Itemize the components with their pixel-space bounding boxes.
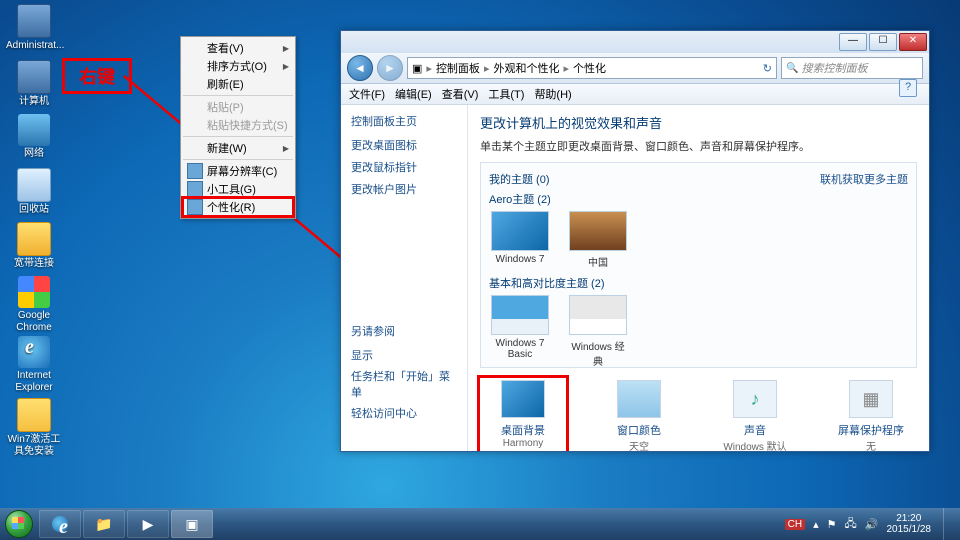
toolbar: ◄ ► ▣ ▸ 控制面板 ▸ 外观和个性化 ▸ 个性化 ↻ 搜索控制面板 <box>341 53 929 84</box>
get-more-themes-link[interactable]: 联机获取更多主题 <box>820 171 908 187</box>
show-desktop-button[interactable] <box>943 508 954 540</box>
section-aero: Aero主题 (2) <box>489 191 908 207</box>
tray-chevron-icon[interactable]: ▴ <box>813 518 819 531</box>
taskbar-media[interactable]: ▶ <box>127 510 169 538</box>
back-button[interactable]: ◄ <box>347 55 373 81</box>
gadget-icon <box>187 181 203 197</box>
search-input[interactable]: 搜索控制面板 <box>781 57 923 79</box>
menu-edit[interactable]: 编辑(E) <box>395 86 432 102</box>
section-basic: 基本和高对比度主题 (2) <box>489 275 908 291</box>
menu-file[interactable]: 文件(F) <box>349 86 385 102</box>
desktop-icon-chrome[interactable]: Google Chrome <box>6 276 62 334</box>
breadcrumb-icon: ▣ <box>412 62 422 75</box>
screensaver-icon <box>849 380 893 418</box>
personalize-icon <box>187 199 203 215</box>
icon-label: 计算机 <box>6 96 62 108</box>
menu-new[interactable]: 新建(W) <box>183 139 293 157</box>
menubar: 文件(F) 编辑(E) 查看(V) 工具(T) 帮助(H) <box>341 84 929 105</box>
menu-sort[interactable]: 排序方式(O) <box>183 57 293 75</box>
monitor-icon <box>187 163 203 179</box>
icon-label: Administrat... <box>6 40 62 52</box>
desktop-icon-network[interactable]: 网络 <box>6 114 62 160</box>
icon-label: 网络 <box>6 148 62 160</box>
taskbar-ie[interactable] <box>39 510 81 538</box>
menu-gadgets[interactable]: 小工具(G) <box>183 180 293 198</box>
section-my-themes: 我的主题 (0) 联机获取更多主题 <box>489 171 908 187</box>
minimize-button[interactable]: ― <box>839 33 867 51</box>
sidebar-display[interactable]: 显示 <box>351 347 457 363</box>
icon-label: 宽带连接 <box>6 258 62 270</box>
window-color-button[interactable]: 窗口颜色 天空 <box>598 380 680 451</box>
sidebar-change-pointer[interactable]: 更改鼠标指针 <box>351 159 457 175</box>
color-icon <box>617 380 661 418</box>
bottom-settings-row: 桌面背景 Harmony 窗口颜色 天空 声音 Windows 默认 <box>480 380 917 451</box>
forward-button[interactable]: ► <box>377 55 403 81</box>
theme-win7-basic[interactable]: Windows 7 Basic <box>489 295 551 368</box>
menu-help[interactable]: 帮助(H) <box>534 86 571 102</box>
tray-clock[interactable]: 21:20 2015/1/28 <box>887 513 932 535</box>
breadcrumb-p2[interactable]: 个性化 <box>573 60 606 76</box>
tray-network-icon[interactable]: 🖧 <box>845 515 857 534</box>
desktop-icon-folder[interactable]: Win7激活工具免安装 <box>6 398 62 458</box>
breadcrumb-p1[interactable]: 外观和个性化 <box>493 60 559 76</box>
system-tray: CH ▴ ⚑ 🖧 🔊 21:20 2015/1/28 <box>785 508 960 540</box>
sounds-button[interactable]: 声音 Windows 默认 <box>714 380 796 451</box>
themes-pane: 我的主题 (0) 联机获取更多主题 Aero主题 (2) Windows 7 中… <box>480 162 917 368</box>
menu-resolution[interactable]: 屏幕分辨率(C) <box>183 162 293 180</box>
page-subtitle: 单击某个主题立即更改桌面背景、窗口颜色、声音和屏幕保护程序。 <box>480 138 917 154</box>
icon-label: 回收站 <box>6 204 62 216</box>
desktop-icon-computer[interactable]: 计算机 <box>6 60 62 108</box>
sound-icon <box>733 380 777 418</box>
icon-label: Win7激活工具免安装 <box>6 434 62 458</box>
menu-paste-shortcut: 粘贴快捷方式(S) <box>183 116 293 134</box>
page-title: 更改计算机上的视觉效果和声音 <box>480 113 917 132</box>
desktop-background-button[interactable]: 桌面背景 Harmony <box>482 380 564 451</box>
desktop[interactable]: Administrat... 计算机 网络 回收站 宽带连接 Google Ch… <box>0 0 960 540</box>
personalization-window: ― ☐ ✕ ◄ ► ▣ ▸ 控制面板 ▸ 外观和个性化 ▸ 个性化 ↻ 搜索控制… <box>340 30 930 452</box>
menu-tools[interactable]: 工具(T) <box>488 86 524 102</box>
close-button[interactable]: ✕ <box>899 33 927 51</box>
taskbar-personalization[interactable]: ▣ <box>171 510 213 538</box>
screensaver-button[interactable]: 屏幕保护程序 无 <box>830 380 912 451</box>
breadcrumb-root[interactable]: 控制面板 <box>436 60 480 76</box>
desktop-icon-recycle-bin[interactable]: 回收站 <box>6 168 62 216</box>
theme-classic[interactable]: Windows 经典 <box>567 295 629 368</box>
sidebar-home[interactable]: 控制面板主页 <box>351 113 457 129</box>
sidebar: 控制面板主页 更改桌面图标 更改鼠标指针 更改帐户图片 另请参阅 显示 任务栏和… <box>341 105 468 451</box>
icon-label: Google Chrome <box>6 310 62 334</box>
sidebar-change-icons[interactable]: 更改桌面图标 <box>351 137 457 153</box>
theme-windows7[interactable]: Windows 7 <box>489 211 551 269</box>
taskbar: 📁 ▶ ▣ CH ▴ ⚑ 🖧 🔊 21:20 2015/1/28 <box>0 508 960 540</box>
start-button[interactable] <box>0 508 38 540</box>
tray-volume-icon[interactable]: 🔊 <box>865 518 879 531</box>
desktop-icon-broadband[interactable]: 宽带连接 <box>6 222 62 270</box>
menu-personalize[interactable]: 个性化(R) <box>183 198 293 216</box>
desktop-icon-ie[interactable]: Internet Explorer <box>6 336 62 394</box>
start-orb-icon <box>5 510 33 538</box>
refresh-icon[interactable]: ↻ <box>763 62 772 75</box>
sidebar-see-also: 另请参阅 <box>351 323 457 339</box>
theme-china[interactable]: 中国 <box>567 211 629 269</box>
titlebar[interactable]: ― ☐ ✕ <box>341 31 929 53</box>
annotation-rightclick: 右键 <box>62 58 132 94</box>
menu-view2[interactable]: 查看(V) <box>442 86 479 102</box>
sidebar-taskbar[interactable]: 任务栏和「开始」菜单 <box>351 368 457 400</box>
sidebar-ease-of-access[interactable]: 轻松访问中心 <box>351 405 457 421</box>
wallpaper-icon <box>501 380 545 418</box>
taskbar-explorer[interactable]: 📁 <box>83 510 125 538</box>
desktop-icon-admin[interactable]: Administrat... <box>6 4 62 52</box>
menu-paste: 粘贴(P) <box>183 98 293 116</box>
maximize-button[interactable]: ☐ <box>869 33 897 51</box>
menu-view[interactable]: 查看(V) <box>183 39 293 57</box>
address-bar[interactable]: ▣ ▸ 控制面板 ▸ 外观和个性化 ▸ 个性化 ↻ <box>407 57 777 79</box>
tray-language[interactable]: CH <box>785 519 805 530</box>
tray-flag-icon[interactable]: ⚑ <box>827 518 837 531</box>
menu-refresh[interactable]: 刷新(E) <box>183 75 293 93</box>
icon-label: Internet Explorer <box>6 370 62 394</box>
help-button[interactable]: ? <box>899 79 917 97</box>
content-area: 更改计算机上的视觉效果和声音 单击某个主题立即更改桌面背景、窗口颜色、声音和屏幕… <box>468 105 929 451</box>
context-menu: 查看(V) 排序方式(O) 刷新(E) 粘贴(P) 粘贴快捷方式(S) 新建(W… <box>180 36 296 219</box>
sidebar-change-account-pic[interactable]: 更改帐户图片 <box>351 181 457 197</box>
